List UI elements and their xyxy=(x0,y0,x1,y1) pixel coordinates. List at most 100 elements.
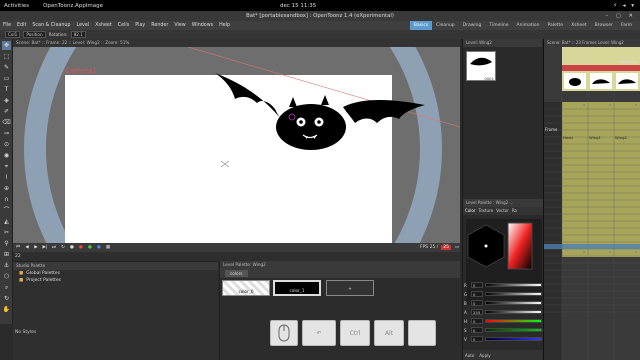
channel-value[interactable]: 0 xyxy=(471,282,483,288)
first-frame-icon[interactable]: ⏮ xyxy=(15,245,21,251)
column-header-wing1[interactable]: Wing1 xyxy=(589,135,601,140)
play-icon[interactable]: ▶ xyxy=(33,245,39,251)
type-tool-icon[interactable]: T xyxy=(2,85,11,94)
style-chip-color-1[interactable]: color_1 xyxy=(273,280,321,296)
slider-track[interactable] xyxy=(485,328,542,332)
level-strip-frame[interactable]: 0001 xyxy=(466,51,496,81)
tracker-tool-icon[interactable]: ⊞ xyxy=(2,250,11,259)
frame-field[interactable]: 22 xyxy=(13,252,460,261)
tab-color[interactable]: Color xyxy=(465,207,475,215)
room-tab-farm[interactable]: Farm xyxy=(617,21,636,30)
animate-tool-icon[interactable]: ✥ xyxy=(2,41,11,50)
slider-r[interactable]: R0 xyxy=(464,281,542,289)
style-chip-color-0[interactable]: color_0 xyxy=(222,280,270,296)
tab-raster[interactable]: Ra xyxy=(512,207,517,215)
channel-value[interactable]: 0 xyxy=(471,327,483,333)
geometric-tool-icon[interactable]: ▭ xyxy=(2,74,11,83)
room-tab-timeline[interactable]: Timeline xyxy=(485,21,512,30)
room-tab-palette[interactable]: Palette xyxy=(543,21,567,30)
menu-play[interactable]: Play xyxy=(132,23,148,28)
cutter-tool-icon[interactable]: ✂ xyxy=(2,228,11,237)
tree-global-palettes[interactable]: ■ Global Palettes xyxy=(13,270,218,277)
menu-render[interactable]: Render xyxy=(148,23,171,28)
fill-tool-icon[interactable]: ◈ xyxy=(2,96,11,105)
channel-value[interactable]: 255 xyxy=(471,309,483,315)
menu-view[interactable]: View xyxy=(171,23,188,28)
auto-apply-checkbox[interactable]: Auto xyxy=(465,353,474,358)
slider-track[interactable] xyxy=(485,337,542,341)
prev-frame-icon[interactable]: ◀ xyxy=(24,245,30,251)
viewer[interactable]: Camera1 xyxy=(13,47,460,243)
fps-field[interactable]: 25 xyxy=(441,245,451,250)
apply-button[interactable]: Apply xyxy=(479,353,490,358)
rotation-field[interactable]: 82.1 xyxy=(70,31,86,38)
channel-value[interactable]: 0 xyxy=(471,336,483,342)
slider-h[interactable]: H0 xyxy=(464,317,542,325)
edit-target-select[interactable]: Col1 xyxy=(5,31,21,38)
rotate-tool-icon[interactable]: ↻ xyxy=(2,294,11,303)
color-channel-icon[interactable]: ● xyxy=(69,245,75,251)
app-menu-button[interactable]: OpenToonz.AppImage xyxy=(43,3,103,9)
control-point-editor-icon[interactable]: ⌖ xyxy=(2,162,11,171)
column-header-head[interactable]: Head xyxy=(563,135,573,140)
hook-tool-icon[interactable]: ⚓ xyxy=(2,261,11,270)
loop-icon[interactable]: ↻ xyxy=(60,245,66,251)
room-tab-animation[interactable]: Animation xyxy=(513,21,544,30)
slider-track[interactable] xyxy=(485,319,542,323)
window-controls[interactable]: – ▢ ✕ xyxy=(606,11,636,21)
channel-value[interactable]: 0 xyxy=(471,300,483,306)
menu-help[interactable]: Help xyxy=(216,23,233,28)
pump-tool-icon[interactable]: ⊕ xyxy=(2,184,11,193)
channel-green-icon[interactable]: ● xyxy=(87,245,93,251)
channel-blue-icon[interactable]: ● xyxy=(96,245,102,251)
slider-b[interactable]: B0 xyxy=(464,299,542,307)
page-tab-colors[interactable]: colors xyxy=(225,270,248,277)
tree-project-palettes[interactable]: ■ Project Palettes xyxy=(13,277,218,284)
slider-g[interactable]: G0 xyxy=(464,290,542,298)
menu-edit[interactable]: Edit xyxy=(14,23,29,28)
tape-tool-icon[interactable]: ⊸ xyxy=(2,129,11,138)
selection-tool-icon[interactable]: ⬚ xyxy=(2,52,11,61)
zoom-tool-icon[interactable]: ⌕ xyxy=(2,283,11,292)
xsheet-grid[interactable] xyxy=(544,47,640,360)
slider-v[interactable]: V0 xyxy=(464,335,542,343)
pinch-tool-icon[interactable]: ⌇ xyxy=(2,173,11,182)
slider-track[interactable] xyxy=(485,310,542,314)
slider-a[interactable]: A 255 xyxy=(464,308,542,316)
bender-tool-icon[interactable]: ⌒ xyxy=(2,206,11,215)
menu-windows[interactable]: Windows xyxy=(189,23,216,28)
new-style-button[interactable]: + xyxy=(326,280,374,296)
style-picker-tool-icon[interactable]: ⊙ xyxy=(2,140,11,149)
brush-tool-icon[interactable]: ✎ xyxy=(2,63,11,72)
rgb-picker-tool-icon[interactable]: ◉ xyxy=(2,151,11,160)
slider-track[interactable] xyxy=(485,301,542,305)
eraser-tool-icon[interactable]: ⌫ xyxy=(2,118,11,127)
edit-mode-select[interactable]: Position xyxy=(23,31,46,38)
slider-s[interactable]: S0 xyxy=(464,326,542,334)
viewer-canvas[interactable]: Camera1 xyxy=(13,47,460,243)
activities-button[interactable]: Activities xyxy=(4,3,29,9)
clock[interactable]: dec 15 11:35 xyxy=(280,3,316,9)
menu-level[interactable]: Level xyxy=(73,23,92,28)
next-frame-icon[interactable]: ▶| xyxy=(42,245,48,251)
room-tab-basics[interactable]: Basics xyxy=(409,21,433,30)
global-key-toggle[interactable]: Global Key xyxy=(618,59,638,64)
slider-track[interactable] xyxy=(485,292,542,296)
fps-slider-icon[interactable]: ▭ xyxy=(454,245,460,251)
column-header-wing2[interactable]: Wing2 xyxy=(615,135,627,140)
system-tray-icons[interactable]: ⚡ ◂ ▾ xyxy=(613,3,636,9)
channel-red-icon[interactable]: ● xyxy=(78,245,84,251)
hand-tool-icon[interactable]: ✋ xyxy=(2,305,11,314)
iron-tool-icon[interactable]: ◭ xyxy=(2,217,11,226)
menu-file[interactable]: File xyxy=(0,23,14,28)
slider-track[interactable] xyxy=(485,283,542,287)
menu-cells[interactable]: Cells xyxy=(115,23,132,28)
channel-value[interactable]: 0 xyxy=(471,291,483,297)
room-tab-xsheet[interactable]: Xsheet xyxy=(567,21,591,30)
menu-xsheet[interactable]: Xsheet xyxy=(92,23,115,28)
plastic-tool-icon[interactable]: ⬡ xyxy=(2,272,11,281)
channel-value[interactable]: 0 xyxy=(471,318,483,324)
room-tab-browser[interactable]: Browser xyxy=(591,21,617,30)
checker-bg-icon[interactable]: ▦ xyxy=(105,245,111,251)
last-frame-icon[interactable]: ⏭ xyxy=(51,245,57,251)
